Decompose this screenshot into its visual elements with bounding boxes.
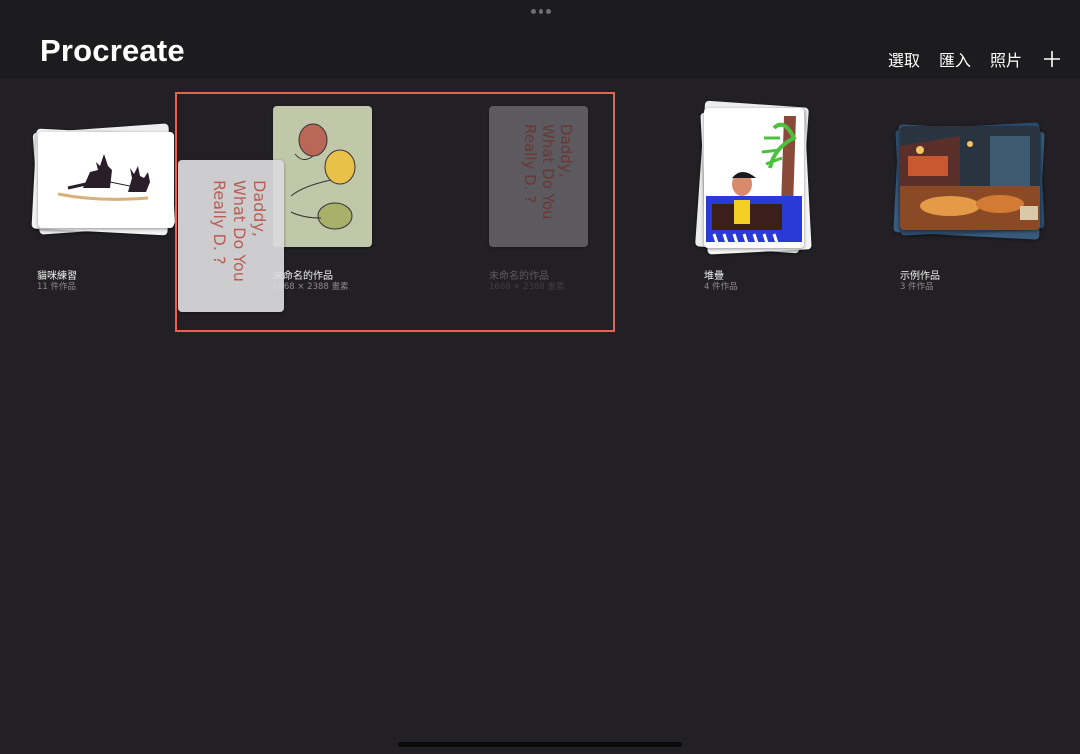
stack-thumbnail (38, 132, 174, 228)
item-subtitle: 4 件作品 (704, 282, 738, 292)
item-subtitle: 11 件作品 (37, 282, 77, 292)
photo-button[interactable]: 照片 (990, 47, 1022, 71)
stack-thumbnail (900, 126, 1040, 230)
select-button[interactable]: 選取 (888, 47, 920, 71)
app-title: Procreate (40, 33, 185, 68)
toolbar: 選取 匯入 照片 (869, 47, 1062, 71)
selection-highlight (175, 92, 615, 332)
item-subtitle: 3 件作品 (900, 282, 934, 292)
import-button[interactable]: 匯入 (939, 47, 971, 71)
top-bar: Procreate 選取 匯入 照片 (0, 0, 1080, 78)
plus-icon[interactable] (1042, 49, 1062, 69)
multitask-handle-icon[interactable] (531, 9, 552, 15)
stack-thumbnail (704, 108, 804, 248)
home-indicator[interactable] (398, 742, 682, 747)
